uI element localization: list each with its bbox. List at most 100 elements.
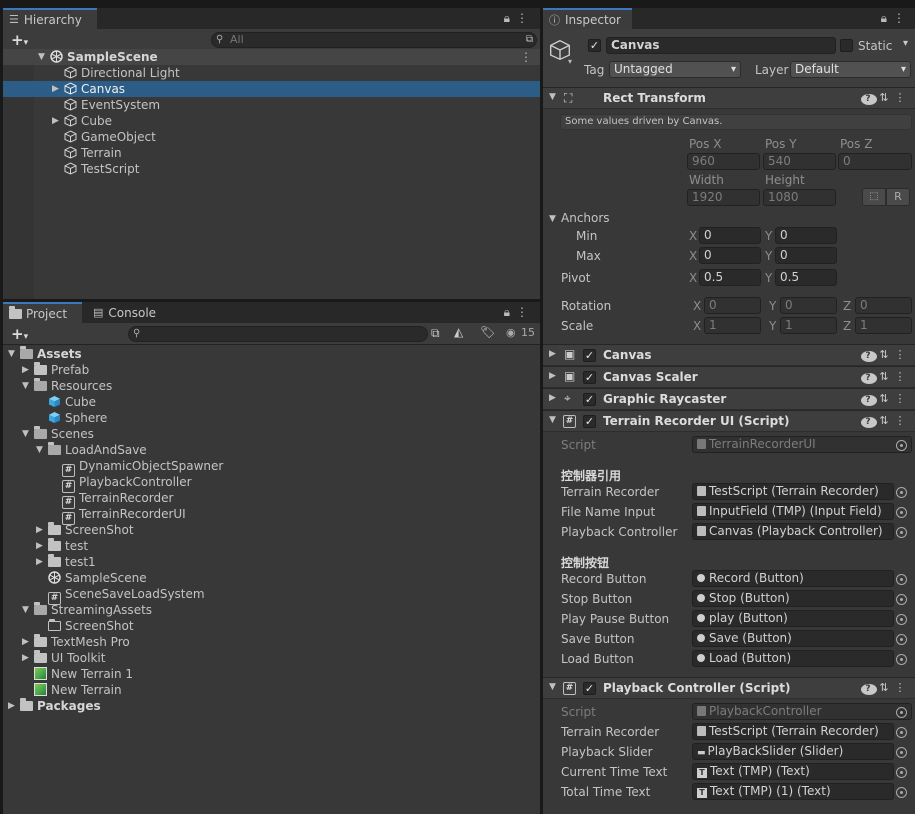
- object-picker-icon[interactable]: [896, 614, 907, 625]
- lock-icon[interactable]: 🔒︎: [504, 305, 516, 319]
- rotation-z-field[interactable]: 0: [855, 297, 912, 314]
- project-item-dynamic[interactable]: # DynamicObjectSpawner: [3, 458, 540, 477]
- playback-enabled-checkbox[interactable]: ✓: [583, 682, 596, 695]
- project-item-prefab[interactable]: ▶ Prefab: [3, 362, 540, 378]
- graphic-raycaster-header[interactable]: ▶ ⌖ ✓ Graphic Raycaster ? ⇅ ⋮: [543, 388, 915, 410]
- total-time-field[interactable]: T Text (TMP) (1) (Text): [692, 783, 894, 800]
- chevron-right-icon[interactable]: ▶: [36, 554, 46, 570]
- project-item-packages[interactable]: ▶ Packages: [3, 698, 540, 714]
- playback-controller-field[interactable]: Canvas (Playback Controller): [692, 523, 894, 540]
- project-item-newterrain[interactable]: New Terrain: [3, 682, 540, 698]
- search-by-type-icon[interactable]: ⧉: [431, 326, 440, 341]
- tab-project[interactable]: Project: [3, 302, 82, 323]
- layer-dropdown[interactable]: Default: [790, 61, 911, 78]
- canvas-scaler-enabled-checkbox[interactable]: ✓: [583, 371, 596, 384]
- component-header-buttons[interactable]: ? ⇅ ⋮: [861, 370, 909, 384]
- project-item-streaming-screenshot[interactable]: ScreenShot: [3, 618, 540, 634]
- chevron-down-icon[interactable]: ▼: [22, 378, 32, 394]
- save-button-field[interactable]: Save (Button): [692, 630, 894, 647]
- hierarchy-item-terrain[interactable]: Terrain: [3, 145, 540, 161]
- hierarchy-item-eventsystem[interactable]: EventSystem: [3, 97, 540, 113]
- project-item-test1[interactable]: ▶ test1: [3, 554, 540, 570]
- presets-icon[interactable]: ⇅: [877, 348, 893, 361]
- hidden-packages-icon[interactable]: ◉: [506, 326, 516, 339]
- chevron-right-icon[interactable]: ▶: [8, 698, 18, 714]
- kebab-menu-icon[interactable]: ⋮: [893, 370, 909, 383]
- scale-y-field[interactable]: 1: [780, 317, 837, 334]
- rotation-y-field[interactable]: 0: [780, 297, 837, 314]
- width-field[interactable]: 1920: [687, 189, 760, 206]
- create-button[interactable]: +▾: [11, 31, 28, 49]
- chevron-right-icon[interactable]: ▶: [36, 522, 46, 538]
- presets-icon[interactable]: ⇅: [877, 392, 893, 405]
- chevron-right-icon[interactable]: ▶: [52, 81, 62, 97]
- chevron-down-icon[interactable]: ▼: [38, 49, 48, 65]
- posy-field[interactable]: 540: [763, 153, 836, 170]
- chevron-right-icon[interactable]: ▶: [549, 393, 556, 403]
- posz-field[interactable]: 0: [838, 153, 912, 170]
- project-item-streaming[interactable]: ▼ StreamingAssets: [3, 602, 540, 618]
- object-picker-icon[interactable]: [896, 767, 907, 778]
- record-button-field[interactable]: Record (Button): [692, 570, 894, 587]
- help-icon[interactable]: ?: [861, 395, 877, 406]
- project-item-assets[interactable]: ▼ Assets: [3, 346, 540, 362]
- playback-controller-header[interactable]: ▼ # ✓ Playback Controller (Script) ? ⇅ ⋮: [543, 677, 915, 699]
- kebab-menu-icon[interactable]: ⋮: [516, 11, 534, 25]
- object-name-field[interactable]: Canvas: [606, 37, 836, 54]
- component-header-buttons[interactable]: ? ⇅ ⋮: [861, 414, 909, 428]
- component-header-buttons[interactable]: ? ⇅ ⋮: [861, 681, 909, 695]
- project-item-loadandsave[interactable]: ▼ LoadAndSave: [3, 442, 540, 458]
- static-checkbox[interactable]: [840, 39, 853, 52]
- project-item-resources[interactable]: ▼ Resources: [3, 378, 540, 394]
- canvas-component-header[interactable]: ▶ ▣ ✓ Canvas ? ⇅ ⋮: [543, 344, 915, 366]
- kebab-menu-icon[interactable]: ⋮: [893, 414, 909, 427]
- posx-field[interactable]: 960: [687, 153, 760, 170]
- hierarchy-item-gameobject[interactable]: GameObject: [3, 129, 540, 145]
- scene-row[interactable]: ▼ SampleScene ⋮: [3, 49, 540, 65]
- active-checkbox[interactable]: ✓: [588, 39, 601, 52]
- canvas-enabled-checkbox[interactable]: ✓: [583, 349, 596, 362]
- presets-icon[interactable]: ⇅: [877, 414, 893, 427]
- chevron-right-icon[interactable]: ▶: [22, 650, 32, 666]
- chevron-right-icon[interactable]: ▶: [22, 634, 32, 650]
- anchor-min-x-field[interactable]: 0: [699, 227, 761, 244]
- playback-terrain-field[interactable]: TestScript (Terrain Recorder): [692, 723, 894, 740]
- create-asset-button[interactable]: +▾: [11, 325, 28, 343]
- project-search-input[interactable]: ⚲: [128, 326, 428, 342]
- chevron-down-icon[interactable]: ▼: [36, 442, 46, 458]
- filter-by-type-icon[interactable]: ◭: [454, 325, 463, 339]
- inspector-tab-buttons[interactable]: 🔒︎⋮: [881, 11, 911, 26]
- tab-console[interactable]: ▤ Console: [87, 302, 167, 323]
- hierarchy-item-directional-light[interactable]: Directional Light: [3, 65, 540, 81]
- terrain-recorder-ui-header[interactable]: ▼ # ✓ Terrain Recorder UI (Script) ? ⇅ ⋮: [543, 410, 915, 432]
- scene-menu-icon[interactable]: ⋮: [520, 49, 532, 65]
- project-item-newterrain1[interactable]: New Terrain 1: [3, 666, 540, 682]
- hierarchy-item-cube[interactable]: ▶ Cube: [3, 113, 540, 129]
- canvas-scaler-header[interactable]: ▶ ▣ ✓ Canvas Scaler ? ⇅ ⋮: [543, 366, 915, 388]
- kebab-menu-icon[interactable]: ⋮: [893, 91, 909, 104]
- object-picker-icon[interactable]: [896, 594, 907, 605]
- playback-slider-field[interactable]: ▬ PlayBackSlider (Slider): [692, 743, 894, 760]
- kebab-menu-icon[interactable]: ⋮: [893, 681, 909, 694]
- chevron-down-icon[interactable]: ▼: [549, 682, 556, 692]
- filter-by-label-icon[interactable]: 🏷︎: [480, 325, 495, 339]
- terrain-recorder-field[interactable]: TestScript (Terrain Recorder): [692, 483, 894, 500]
- project-item-cube[interactable]: Cube: [3, 394, 540, 410]
- chevron-right-icon[interactable]: ▶: [36, 538, 46, 554]
- file-name-input-field[interactable]: InputField (TMP) (Input Field): [692, 503, 894, 520]
- search-options-icon[interactable]: ⧉: [526, 33, 533, 47]
- help-icon[interactable]: ?: [861, 373, 877, 384]
- project-item-terrainrecorderui[interactable]: # TerrainRecorderUI: [3, 506, 540, 525]
- presets-icon[interactable]: ⇅: [877, 91, 893, 104]
- presets-icon[interactable]: ⇅: [877, 681, 893, 694]
- hierarchy-tab-buttons[interactable]: 🔒︎⋮: [504, 11, 534, 26]
- project-item-terrainrecorder[interactable]: # TerrainRecorder: [3, 490, 540, 509]
- chevron-right-icon[interactable]: ▶: [22, 362, 32, 378]
- lock-icon[interactable]: 🔒︎: [504, 11, 516, 25]
- chevron-down-icon[interactable]: ▼: [22, 426, 32, 442]
- chevron-right-icon[interactable]: ▶: [549, 349, 556, 359]
- project-item-screenshot[interactable]: ▶ ScreenShot: [3, 522, 540, 538]
- project-tab-buttons[interactable]: 🔒︎⋮: [504, 305, 534, 320]
- chevron-right-icon[interactable]: ▶: [52, 113, 62, 129]
- project-item-scenes[interactable]: ▼ Scenes: [3, 426, 540, 442]
